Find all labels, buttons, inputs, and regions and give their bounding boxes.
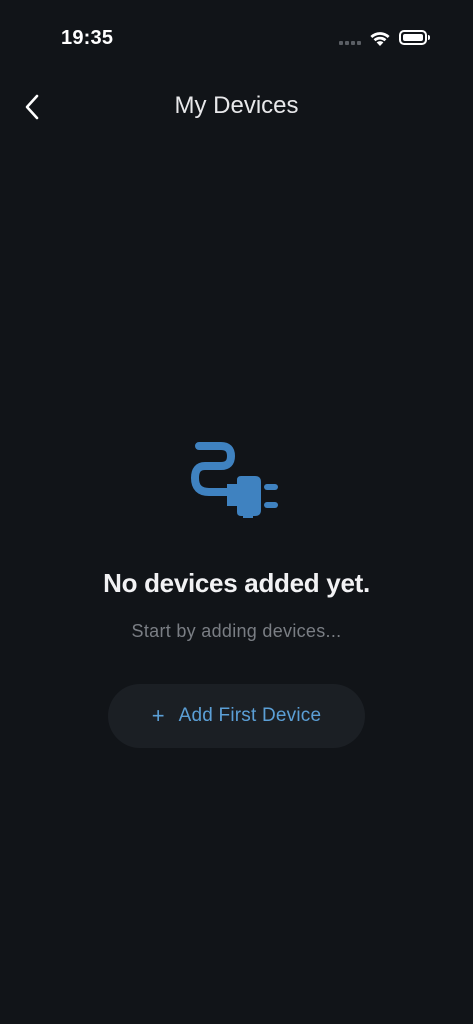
wifi-icon	[370, 32, 390, 46]
empty-state-subtitle: Start by adding devices...	[131, 621, 342, 641]
plus-icon: +	[151, 703, 165, 728]
battery-icon	[399, 30, 427, 45]
empty-state: No devices added yet. Start by adding de…	[0, 436, 473, 642]
page-title: My Devices	[174, 92, 299, 119]
cellular-signal-icon	[339, 41, 361, 45]
status-bar: 19:35	[0, 0, 473, 76]
empty-state-title: No devices added yet.	[103, 568, 370, 598]
plug-icon	[190, 442, 278, 518]
add-first-device-label: Add First Device	[178, 705, 322, 726]
battery-tip	[428, 35, 430, 40]
status-time: 19:35	[61, 27, 114, 49]
navigation-bar: My Devices	[0, 80, 473, 136]
add-first-device-button[interactable]: + Add First Device	[108, 684, 365, 748]
